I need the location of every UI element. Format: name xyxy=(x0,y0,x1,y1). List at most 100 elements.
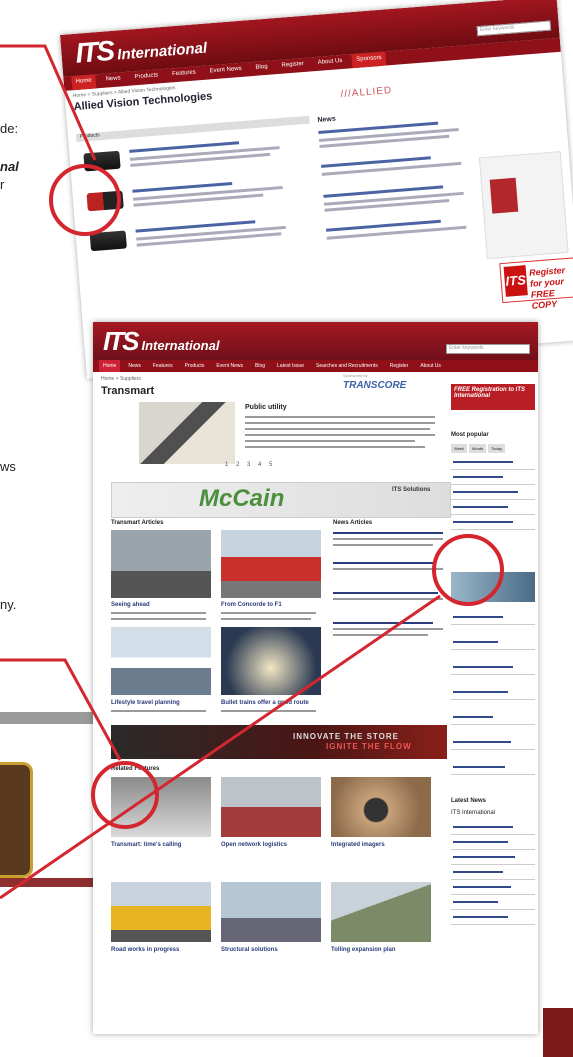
news-link[interactable] xyxy=(333,532,443,534)
its-solutions-label: ITS Solutions xyxy=(392,487,431,493)
feature-thumbnail[interactable] xyxy=(111,777,211,837)
nav-item-news[interactable]: News xyxy=(101,72,125,88)
feature-thumbnail[interactable] xyxy=(221,777,321,837)
feature-thumbnail[interactable] xyxy=(221,882,321,942)
text-line xyxy=(221,710,316,712)
latest-news-item[interactable] xyxy=(451,882,535,895)
popular-item[interactable] xyxy=(451,517,535,530)
nav-item-home[interactable]: Home xyxy=(71,74,97,91)
main-nav: Home News Features Products Event News B… xyxy=(93,360,538,372)
its-logo[interactable]: ITS International xyxy=(74,28,208,70)
transmart-articles-heading: Transmart Articles xyxy=(111,520,164,526)
tab-week[interactable]: Week xyxy=(451,444,468,453)
sidebar-link[interactable] xyxy=(451,687,535,700)
news-link[interactable] xyxy=(333,622,433,624)
featured-image[interactable] xyxy=(139,402,235,464)
nav-item-news[interactable]: News xyxy=(124,360,145,372)
nav-item-products[interactable]: Products xyxy=(181,360,209,372)
its-logo[interactable]: ITS International xyxy=(103,326,219,357)
nav-item-register[interactable]: Register xyxy=(386,360,413,372)
banner-line-2: IGNITE THE FLOW xyxy=(326,742,412,751)
feature-thumbnail[interactable] xyxy=(331,777,431,837)
nav-item-latest-issue[interactable]: Latest Issue xyxy=(273,360,308,372)
search-input[interactable]: Enter keywords xyxy=(446,344,530,354)
nav-item-sponsors[interactable]: Sponsors xyxy=(351,51,387,69)
text-line xyxy=(333,628,443,630)
sidebar-link[interactable] xyxy=(451,612,535,625)
text-line xyxy=(333,568,443,570)
news-link[interactable] xyxy=(333,592,438,594)
latest-news-item[interactable] xyxy=(451,867,535,880)
article-thumbnail[interactable] xyxy=(221,627,321,695)
product-camera-image[interactable] xyxy=(86,190,124,212)
latest-news-item[interactable] xyxy=(451,912,535,925)
nav-item-features[interactable]: Features xyxy=(168,66,201,82)
article-thumbnail[interactable] xyxy=(111,530,211,598)
article-thumbnail[interactable] xyxy=(221,530,321,598)
popular-item[interactable] xyxy=(451,472,535,485)
product-camera-image[interactable] xyxy=(89,230,127,252)
feature-thumbnail[interactable] xyxy=(331,882,431,942)
feature-title[interactable]: Transmart: time's calling xyxy=(111,842,181,848)
nav-item-features[interactable]: Features xyxy=(149,360,177,372)
most-popular-tabs: Week Month Today xyxy=(451,444,505,453)
search-input[interactable]: Enter keywords xyxy=(476,20,552,37)
nav-item-searches[interactable]: Searches and Recruitments xyxy=(312,360,382,372)
text-line xyxy=(245,440,415,442)
sponsor-label: Sponsored by xyxy=(343,373,368,378)
text-line xyxy=(111,612,206,614)
sidebar-link[interactable] xyxy=(451,762,535,775)
its-mark: ITS xyxy=(503,265,528,297)
product-camera-image[interactable] xyxy=(83,150,121,172)
sidebar-link[interactable] xyxy=(451,637,535,650)
sidebar-link[interactable] xyxy=(451,662,535,675)
nav-item-event-news[interactable]: Event News xyxy=(212,360,247,372)
decor-block xyxy=(543,1008,573,1057)
news-link[interactable] xyxy=(333,562,433,564)
magazine-cover xyxy=(489,177,519,214)
latest-news-item[interactable] xyxy=(451,852,535,865)
tab-month[interactable]: Month xyxy=(469,444,487,453)
feature-title[interactable]: Structural solutions xyxy=(221,947,278,953)
latest-news-item[interactable] xyxy=(451,897,535,910)
nav-item-about[interactable]: About Us xyxy=(416,360,445,372)
article-title[interactable]: Seeing ahead xyxy=(111,602,150,608)
nav-item-blog[interactable]: Blog xyxy=(251,360,269,372)
latest-news-item[interactable] xyxy=(451,822,535,835)
sidebar-link[interactable] xyxy=(451,737,535,750)
article-title[interactable]: Bullet trains offer a good route xyxy=(221,700,309,706)
news-articles-heading: News Articles xyxy=(333,520,373,526)
nav-item-blog[interactable]: Blog xyxy=(251,61,272,77)
nav-item-products[interactable]: Products xyxy=(130,69,163,85)
sidebar-image[interactable] xyxy=(451,572,535,602)
free-registration-banner[interactable]: FREE Registration to ITS International xyxy=(451,384,535,410)
article-title[interactable]: Lifestyle travel planning xyxy=(111,700,180,706)
featured-title[interactable]: Public utility xyxy=(245,404,287,411)
article-title[interactable]: From Concorde to F1 xyxy=(221,602,282,608)
featured-pager[interactable]: 1 2 3 4 5 xyxy=(225,462,275,468)
tab-today[interactable]: Today xyxy=(488,444,505,453)
feature-title[interactable]: Integrated imagers xyxy=(331,842,385,848)
text-line xyxy=(333,634,428,636)
feature-thumbnail[interactable] xyxy=(111,882,211,942)
nav-item-register[interactable]: Register xyxy=(277,58,308,74)
register-banner[interactable]: ITS Register for your FREE COPY xyxy=(499,257,573,311)
latest-news-item[interactable] xyxy=(451,837,535,850)
news-header: News xyxy=(317,115,337,125)
popular-item[interactable] xyxy=(451,502,535,515)
side-text-2: nal xyxy=(0,159,19,174)
sidebar-link[interactable] xyxy=(451,712,535,725)
magazine-preview[interactable] xyxy=(478,151,569,260)
related-features-heading: Related Features xyxy=(111,766,160,772)
side-text-5: ny. xyxy=(0,597,17,612)
text-line xyxy=(333,598,443,600)
feature-title[interactable]: Open network logistics xyxy=(221,842,287,848)
nav-item-home[interactable]: Home xyxy=(99,360,121,372)
popular-item[interactable] xyxy=(451,487,535,500)
feature-title[interactable]: Tolling expansion plan xyxy=(331,947,396,953)
article-thumbnail[interactable] xyxy=(111,627,211,695)
transcore-logo[interactable]: TRANSCORE xyxy=(343,380,406,391)
feature-title[interactable]: Road works in progress xyxy=(111,947,179,953)
nav-item-about[interactable]: About Us xyxy=(313,55,347,72)
popular-item[interactable] xyxy=(451,457,535,470)
